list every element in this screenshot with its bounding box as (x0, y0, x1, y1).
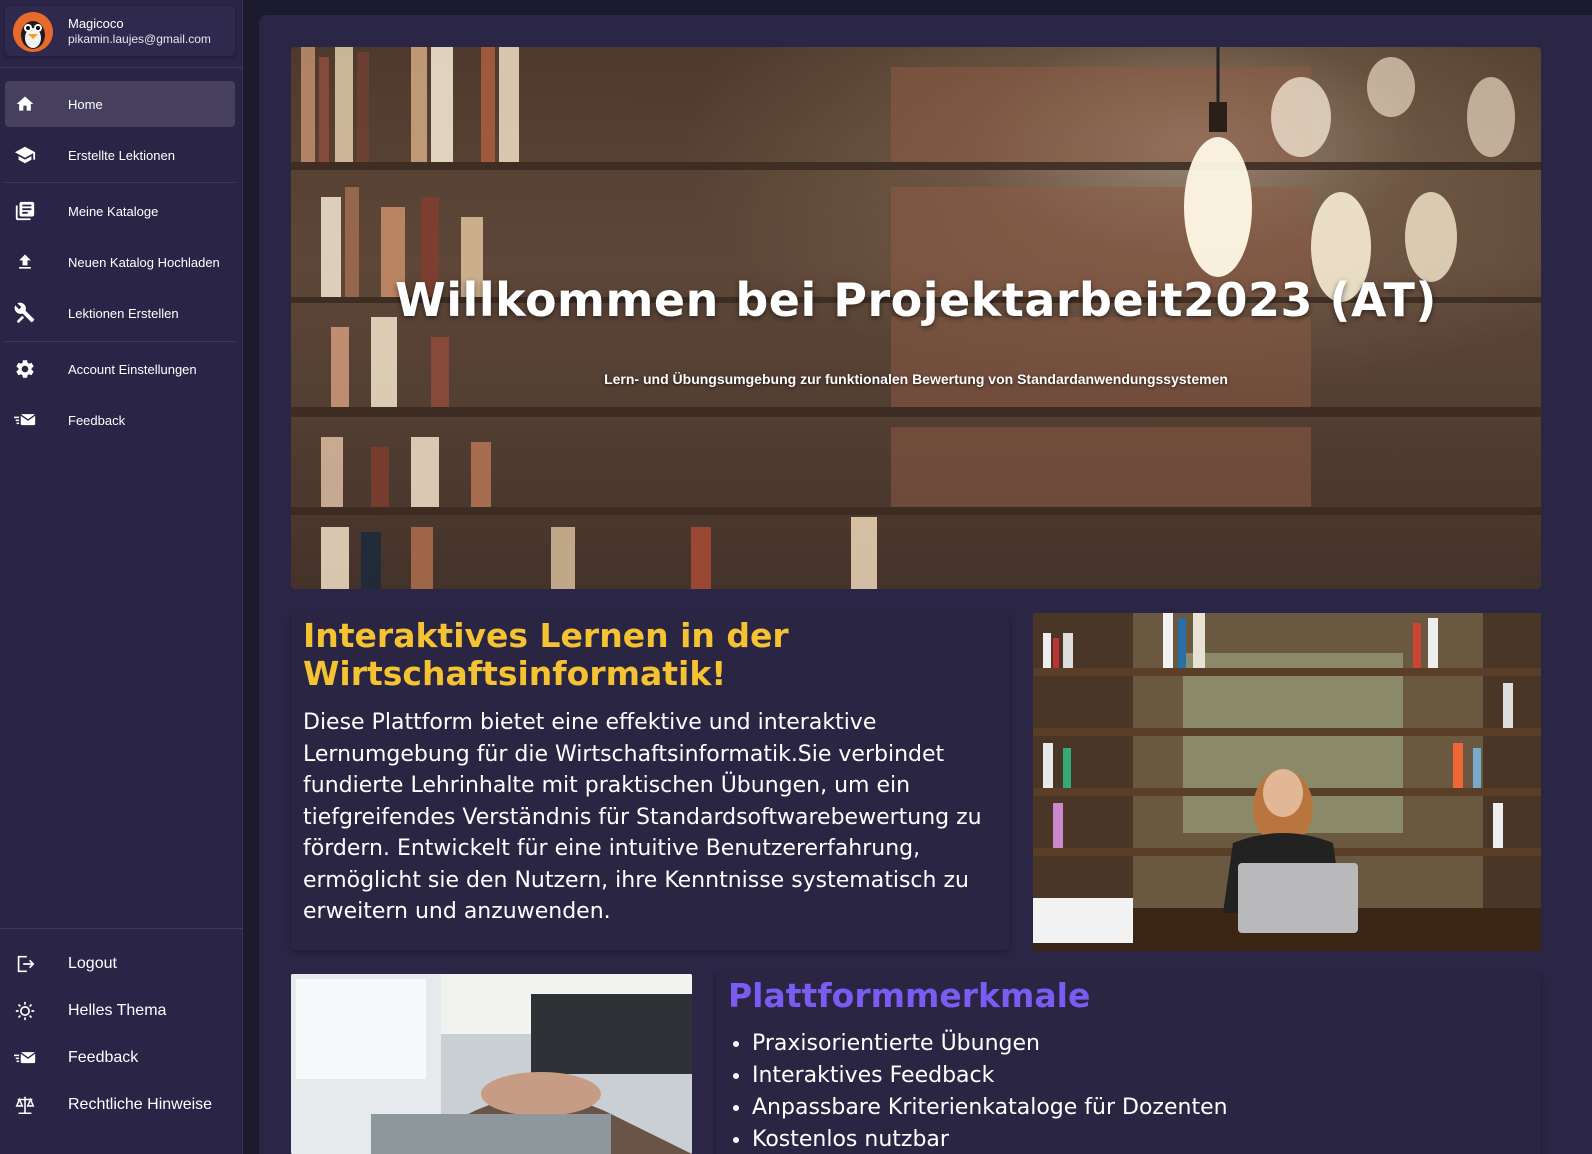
nav-item-created-lessons[interactable]: Erstellte Lektionen (5, 132, 235, 178)
nav-label: Rechtliche Hinweise (68, 1096, 213, 1113)
nav-item-feedback-bottom[interactable]: Feedback (5, 1035, 235, 1081)
library-books-icon (14, 200, 36, 222)
user-name: Magicoco (68, 16, 124, 31)
nav-label: Feedback (68, 1049, 139, 1066)
user-profile[interactable]: Magicoco pikamin.laujes@gmail.com (5, 6, 235, 56)
send-mail-icon (14, 409, 36, 431)
student-laptop-image (1033, 613, 1541, 951)
intro-title: Interaktives Lernen in der Wirtschaftsin… (303, 616, 789, 693)
features-list: Praxisorientierte Übungen Interaktives F… (752, 1028, 1228, 1154)
divider (0, 67, 243, 68)
hero-title: Willkommen bei Projektarbeit2023 (AT) (395, 273, 1437, 327)
nav-label: Erstellte Lektionen (68, 147, 175, 163)
nav-label: Lektionen Erstellen (68, 305, 179, 321)
nav-item-light-theme[interactable]: Helles Thema (5, 988, 235, 1034)
send-mail-icon (14, 1047, 36, 1069)
list-item: Kostenlos nutzbar (752, 1124, 1228, 1154)
list-item: Praxisorientierte Übungen (752, 1028, 1228, 1060)
intro-card: Interaktives Lernen in der Wirtschaftsin… (291, 613, 1009, 950)
nav-item-upload-catalog[interactable]: Neuen Katalog Hochladen (5, 239, 235, 285)
user-email: pikamin.laujes@gmail.com (68, 32, 211, 46)
tools-icon (14, 302, 36, 324)
sidebar: Magicoco pikamin.laujes@gmail.com Home E… (0, 0, 243, 1154)
logout-icon (14, 953, 36, 975)
scale-icon (14, 1094, 36, 1116)
upload-icon (14, 251, 36, 273)
features-title: Plattformmerkmale (728, 976, 1091, 1015)
nav-label: Helles Thema (68, 1002, 167, 1019)
nav-label: Meine Kataloge (68, 203, 159, 219)
nav-item-my-catalogs[interactable]: Meine Kataloge (5, 188, 235, 234)
nav-label: Home (68, 96, 103, 112)
features-card: Plattformmerkmale Praxisorientierte Übun… (716, 974, 1541, 1154)
divider (5, 341, 235, 342)
avatar (13, 12, 53, 52)
main-content: Willkommen bei Projektarbeit2023 (AT) Le… (259, 15, 1592, 1154)
hero-subtitle: Lern- und Übungsumgebung zur funktionale… (604, 371, 1228, 387)
list-item: Interaktives Feedback (752, 1060, 1228, 1092)
graduation-cap-icon (14, 144, 36, 166)
nav-item-feedback[interactable]: Feedback (5, 397, 235, 443)
brightness-icon (14, 1000, 36, 1022)
nav-label: Neuen Katalog Hochladen (68, 254, 220, 270)
gear-icon (14, 358, 36, 380)
nav-item-create-lessons[interactable]: Lektionen Erstellen (5, 290, 235, 336)
nav-item-home[interactable]: Home (5, 81, 235, 127)
list-item: Anpassbare Kriterienkataloge für Dozente… (752, 1092, 1228, 1124)
nav-label: Account Einstellungen (68, 361, 197, 377)
hero-banner: Willkommen bei Projektarbeit2023 (AT) Le… (291, 47, 1541, 589)
nav-item-account-settings[interactable]: Account Einstellungen (5, 346, 235, 392)
divider (5, 182, 235, 183)
nav-label: Feedback (68, 412, 126, 428)
home-icon (14, 93, 36, 115)
laptop-typing-image (291, 974, 692, 1154)
nav-label: Logout (68, 955, 117, 972)
divider (0, 928, 243, 929)
nav-item-legal[interactable]: Rechtliche Hinweise (5, 1082, 235, 1128)
intro-text: Diese Plattform bietet eine effektive un… (303, 710, 982, 924)
nav-item-logout[interactable]: Logout (5, 941, 235, 987)
